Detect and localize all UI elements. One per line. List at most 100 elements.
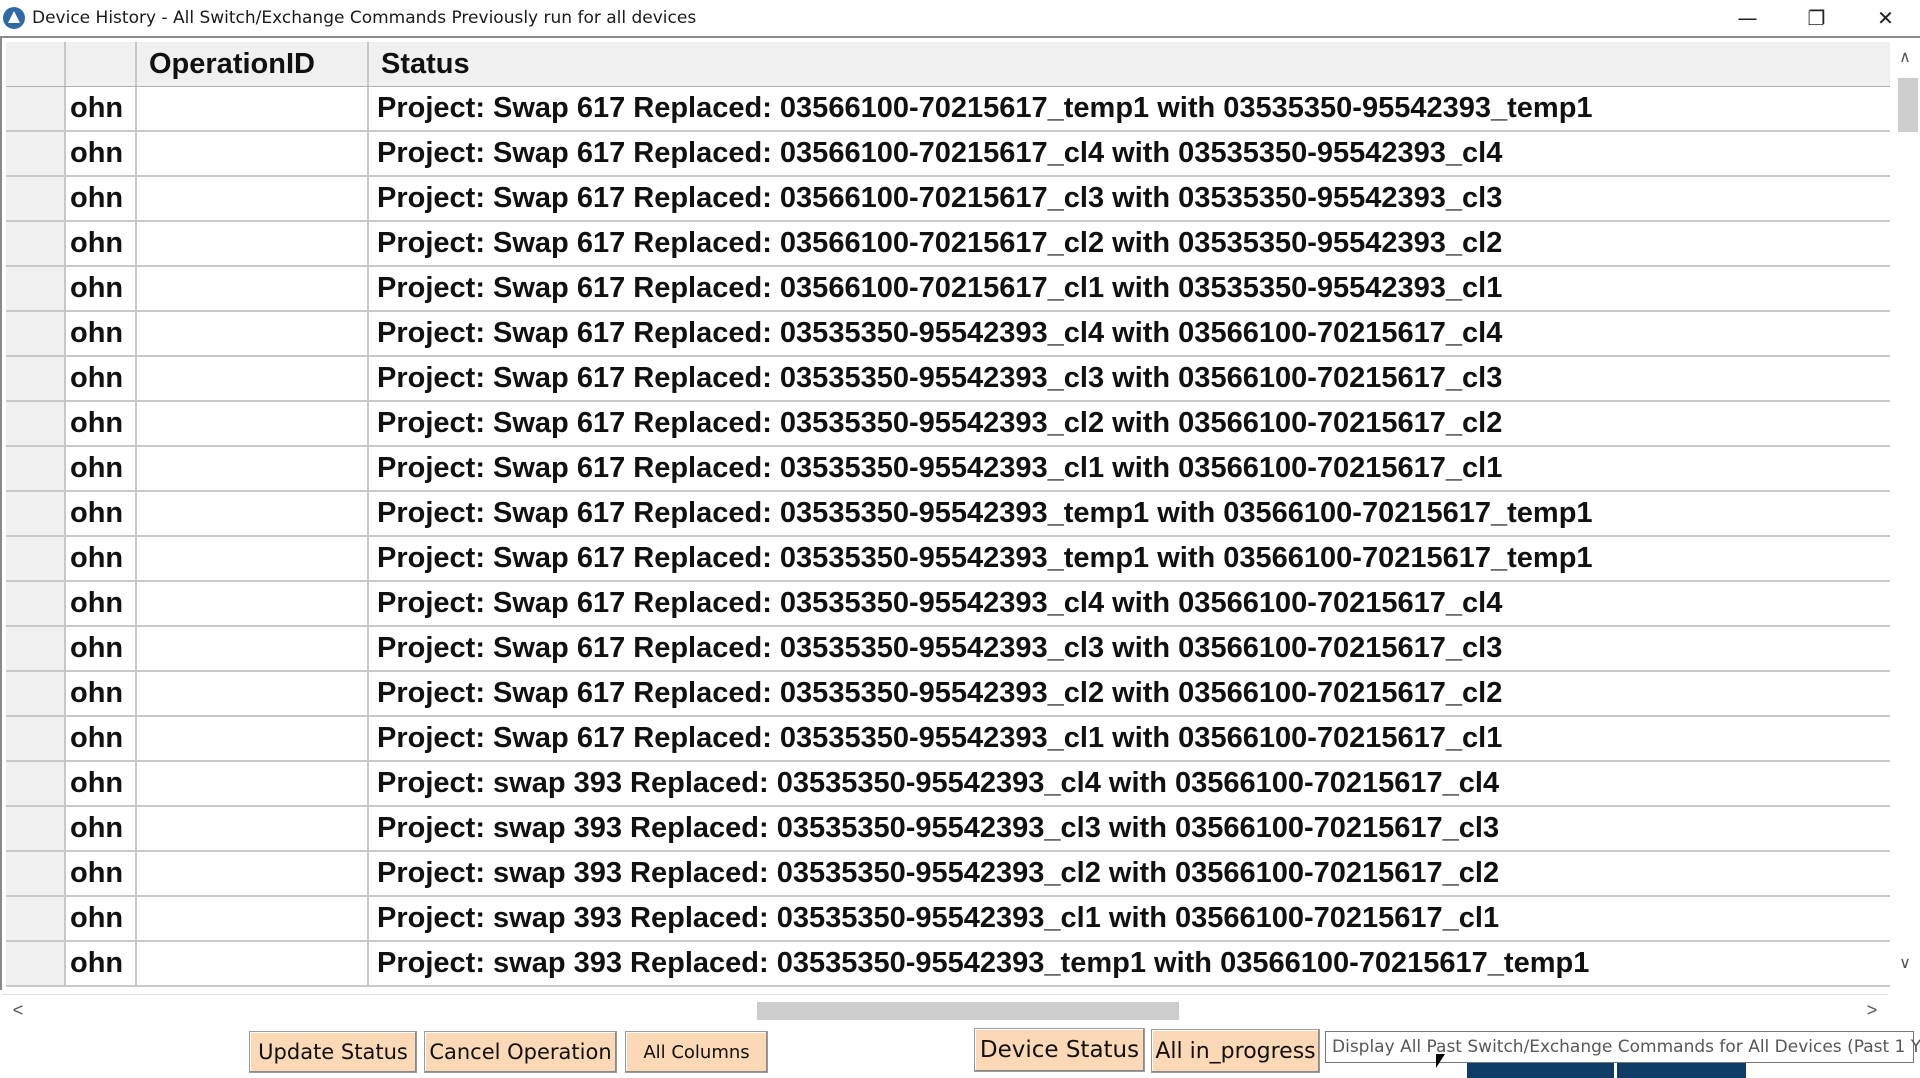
row-selector-cell[interactable] (6, 447, 66, 490)
row-selector-cell[interactable] (6, 627, 66, 670)
history-button-partial[interactable] (1467, 1063, 1614, 1078)
row-selector-cell[interactable] (6, 537, 66, 580)
user-cell[interactable]: ohn (66, 132, 137, 175)
operationid-cell[interactable] (137, 177, 369, 220)
user-cell[interactable]: ohn (66, 942, 137, 985)
operationid-cell[interactable] (137, 627, 369, 670)
status-cell[interactable]: Project: Swap 617 Replaced: 03535350-955… (369, 582, 1890, 625)
table-row[interactable]: ohn Project: Swap 617 Replaced: 03566100-… (6, 132, 1890, 177)
user-cell[interactable]: ohn (66, 177, 137, 220)
cancel-operation-button[interactable]: Cancel Operation (424, 1031, 617, 1073)
status-cell[interactable]: Project: Swap 617 Replaced: 03535350-955… (369, 717, 1890, 760)
row-selector-cell[interactable] (6, 672, 66, 715)
table-row[interactable]: ohn Project: Swap 617 Replaced: 03566100-… (6, 222, 1890, 267)
status-cell[interactable]: Project: swap 393 Replaced: 03535350-955… (369, 897, 1890, 940)
horizontal-scrollbar[interactable]: < > (2, 994, 1888, 1024)
operationid-cell[interactable] (137, 717, 369, 760)
row-selector-cell[interactable] (6, 582, 66, 625)
row-selector-cell[interactable] (6, 762, 66, 805)
user-cell[interactable]: ohn (66, 852, 137, 895)
user-cell[interactable]: ohn (66, 87, 137, 130)
table-row[interactable]: ohn Project: Swap 617 Replaced: 03566100-… (6, 177, 1890, 222)
operationid-cell[interactable] (137, 942, 369, 985)
row-selector-cell[interactable] (6, 942, 66, 985)
status-cell[interactable]: Project: Swap 617 Replaced: 03535350-955… (369, 447, 1890, 490)
operationid-cell[interactable] (137, 87, 369, 130)
all-in-progress-button[interactable]: All in_progress (1151, 1029, 1320, 1073)
operationid-cell[interactable] (137, 582, 369, 625)
scroll-up-icon[interactable]: ∧ (1890, 42, 1920, 72)
operationid-cell[interactable] (137, 537, 369, 580)
row-selector-cell[interactable] (6, 222, 66, 265)
table-row[interactable]: ohn Project: Swap 617 Replaced: 03535350-… (6, 537, 1890, 582)
device-status-button[interactable]: Device Status (974, 1028, 1145, 1072)
status-cell[interactable]: Project: Swap 617 Replaced: 03566100-702… (369, 177, 1890, 220)
operationid-cell[interactable] (137, 267, 369, 310)
row-selector-cell[interactable] (6, 132, 66, 175)
user-cell[interactable]: ohn (66, 807, 137, 850)
operationid-cell[interactable] (137, 132, 369, 175)
row-selector-cell[interactable] (6, 492, 66, 535)
user-cell[interactable]: ohn (66, 897, 137, 940)
operationid-cell[interactable] (137, 402, 369, 445)
table-row[interactable]: ohn Project: Swap 617 Replaced: 03535350-… (6, 717, 1890, 762)
table-row[interactable]: ohn Project: Swap 617 Replaced: 03566100-… (6, 267, 1890, 312)
status-cell[interactable]: Project: Swap 617 Replaced: 03535350-955… (369, 627, 1890, 670)
status-cell[interactable]: Project: swap 393 Replaced: 03535350-955… (369, 807, 1890, 850)
row-selector-cell[interactable] (6, 897, 66, 940)
user-cell[interactable]: ohn (66, 402, 137, 445)
status-cell[interactable]: Project: Swap 617 Replaced: 03535350-955… (369, 312, 1890, 355)
user-cell[interactable]: ohn (66, 537, 137, 580)
status-cell[interactable]: Project: Swap 617 Replaced: 03566100-702… (369, 267, 1890, 310)
table-row[interactable]: ohn Project: Swap 617 Replaced: 03566100-… (6, 87, 1890, 132)
table-row[interactable]: ohn Project: Swap 617 Replaced: 03535350-… (6, 582, 1890, 627)
table-row[interactable]: ohn Project: Swap 617 Replaced: 03535350-… (6, 492, 1890, 537)
row-selector-cell[interactable] (6, 312, 66, 355)
table-row[interactable]: ohn Project: Swap 617 Replaced: 03535350-… (6, 627, 1890, 672)
operationid-cell[interactable] (137, 672, 369, 715)
row-selector-cell[interactable] (6, 177, 66, 220)
operationid-cell[interactable] (137, 357, 369, 400)
operationid-cell[interactable] (137, 762, 369, 805)
minimize-button[interactable]: — (1713, 0, 1782, 36)
table-row[interactable]: ohn Project: Swap 617 Replaced: 03535350-… (6, 672, 1890, 717)
status-cell[interactable]: Project: Swap 617 Replaced: 03535350-955… (369, 672, 1890, 715)
status-cell[interactable]: Project: Swap 617 Replaced: 03566100-702… (369, 222, 1890, 265)
table-row[interactable]: ohn Project: swap 393 Replaced: 03535350-… (6, 942, 1890, 987)
status-cell[interactable]: Project: Swap 617 Replaced: 03566100-702… (369, 132, 1890, 175)
column-header-operationid[interactable]: OperationID (137, 42, 369, 86)
status-cell[interactable]: Project: Swap 617 Replaced: 03535350-955… (369, 492, 1890, 535)
status-cell[interactable]: Project: Swap 617 Replaced: 03535350-955… (369, 357, 1890, 400)
table-row[interactable]: ohn Project: swap 393 Replaced: 03535350-… (6, 807, 1890, 852)
row-selector-cell[interactable] (6, 87, 66, 130)
horizontal-scroll-thumb[interactable] (757, 1002, 1179, 1020)
status-cell[interactable]: Project: Swap 617 Replaced: 03566100-702… (369, 87, 1890, 130)
scroll-left-icon[interactable]: < (4, 995, 32, 1025)
user-cell[interactable]: ohn (66, 762, 137, 805)
status-cell[interactable]: Project: Swap 617 Replaced: 03535350-955… (369, 402, 1890, 445)
scroll-down-icon[interactable]: ∨ (1890, 948, 1920, 978)
user-cell[interactable]: ohn (66, 447, 137, 490)
row-selector-cell[interactable] (6, 357, 66, 400)
user-cell[interactable]: ohn (66, 627, 137, 670)
row-selector-cell[interactable] (6, 717, 66, 760)
export-button-partial[interactable] (1617, 1063, 1746, 1078)
operationid-cell[interactable] (137, 312, 369, 355)
operationid-cell[interactable] (137, 222, 369, 265)
user-cell[interactable]: ohn (66, 492, 137, 535)
table-row[interactable]: ohn Project: Swap 617 Replaced: 03535350-… (6, 447, 1890, 492)
table-row[interactable]: ohn Project: Swap 617 Replaced: 03535350-… (6, 402, 1890, 447)
operationid-cell[interactable] (137, 492, 369, 535)
close-button[interactable]: ✕ (1851, 0, 1920, 36)
user-cell[interactable]: ohn (66, 222, 137, 265)
row-selector-cell[interactable] (6, 852, 66, 895)
user-cell[interactable]: ohn (66, 717, 137, 760)
user-cell[interactable]: ohn (66, 357, 137, 400)
all-columns-button[interactable]: All Columns (625, 1031, 768, 1073)
scroll-right-icon[interactable]: > (1858, 995, 1886, 1025)
row-selector-cell[interactable] (6, 267, 66, 310)
row-selector-cell[interactable] (6, 807, 66, 850)
user-cell[interactable]: ohn (66, 672, 137, 715)
table-row[interactable]: ohn Project: swap 393 Replaced: 03535350-… (6, 852, 1890, 897)
vertical-scrollbar[interactable]: ∧ ∨ (1890, 40, 1920, 990)
